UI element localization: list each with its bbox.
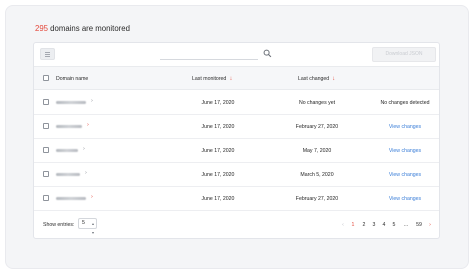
domain-name-redacted[interactable] bbox=[56, 125, 82, 128]
table-row[interactable]: › June 17, 2020 May 7, 2020 View changes bbox=[34, 139, 439, 163]
column-header-last-changed[interactable]: Last changed ↓ bbox=[298, 76, 335, 82]
last-changed-cell: February 27, 2020 bbox=[295, 196, 339, 202]
last-monitored-cell: June 17, 2020 bbox=[201, 196, 235, 202]
table-row[interactable]: › June 17, 2020 No changes yet No changes d… bbox=[34, 91, 439, 115]
filter-button[interactable] bbox=[40, 48, 55, 60]
table-footer: Show entries: 5 ▴ ▾ ‹ 1 2 3 4 5... 59 › bbox=[34, 210, 439, 240]
select-caret-icon: ▴ ▾ bbox=[91, 221, 94, 235]
view-changes-link[interactable]: View changes bbox=[389, 172, 421, 178]
last-monitored-cell: June 17, 2020 bbox=[201, 148, 235, 154]
page-link-2[interactable]: 2 bbox=[363, 222, 366, 228]
monitored-count: 295 bbox=[35, 24, 49, 33]
table-toolbar: Download JSON bbox=[34, 43, 439, 66]
show-entries-label: Show entries: bbox=[43, 222, 75, 228]
chevron-right-icon[interactable]: › bbox=[85, 170, 87, 176]
download-button[interactable]: Download JSON bbox=[372, 47, 436, 62]
chevron-right-icon[interactable]: › bbox=[83, 146, 85, 152]
last-changed-cell: No changes yet bbox=[298, 100, 336, 106]
pagination-ellipsis: ... bbox=[403, 222, 409, 228]
table-row[interactable]: › June 17, 2020 February 27, 2020 View chan… bbox=[34, 115, 439, 139]
search-icon[interactable] bbox=[263, 49, 272, 58]
table-row[interactable]: › June 17, 2020 February 27, 2020 View chan… bbox=[34, 187, 439, 211]
row-checkbox[interactable] bbox=[43, 147, 49, 153]
column-header-last-monitored[interactable]: Last monitored ↓ bbox=[192, 76, 232, 82]
last-monitored-cell: June 17, 2020 bbox=[201, 100, 235, 106]
row-checkbox[interactable] bbox=[43, 171, 49, 177]
view-changes-link[interactable]: View changes bbox=[389, 124, 421, 130]
domains-table-card: Download JSON Domain name Last monitored… bbox=[33, 42, 440, 239]
last-monitored-cell: June 17, 2020 bbox=[201, 172, 235, 178]
table-row[interactable]: › June 17, 2020 March 5, 2020 View changes bbox=[34, 163, 439, 187]
domain-name-redacted[interactable] bbox=[56, 101, 86, 104]
page-link-1[interactable]: 1 bbox=[352, 222, 355, 228]
row-checkbox[interactable] bbox=[43, 123, 49, 129]
next-page-icon[interactable]: › bbox=[429, 222, 431, 228]
last-monitored-cell: June 17, 2020 bbox=[201, 124, 235, 130]
view-changes-link[interactable]: View changes bbox=[389, 148, 421, 154]
row-checkbox[interactable] bbox=[43, 99, 49, 105]
row-checkbox[interactable] bbox=[43, 195, 49, 201]
last-changed-cell: May 7, 2020 bbox=[302, 148, 332, 154]
select-all-checkbox[interactable] bbox=[43, 75, 49, 81]
page-title: 295 domains are monitored bbox=[35, 24, 130, 33]
domain-name-redacted[interactable] bbox=[56, 173, 80, 176]
page-link-3[interactable]: 3 bbox=[373, 222, 376, 228]
page-link-4[interactable]: 4 bbox=[383, 222, 386, 228]
sort-arrow-down-icon[interactable]: ↓ bbox=[332, 76, 335, 82]
chevron-right-icon[interactable]: › bbox=[91, 98, 93, 104]
sort-arrow-down-icon[interactable]: ↓ bbox=[229, 76, 232, 82]
domain-name-redacted[interactable] bbox=[56, 197, 86, 200]
action-cell: No changes detected bbox=[380, 100, 430, 106]
entries-select[interactable]: 5 ▴ ▾ bbox=[78, 218, 97, 235]
column-header-domain: Domain name bbox=[56, 76, 89, 82]
search-input[interactable] bbox=[160, 48, 258, 60]
page-link-5[interactable]: 5 bbox=[393, 222, 396, 228]
chevron-right-icon[interactable]: › bbox=[91, 194, 93, 200]
view-changes-link[interactable]: View changes bbox=[389, 196, 421, 202]
domain-name-redacted[interactable] bbox=[56, 149, 78, 152]
last-changed-cell: February 27, 2020 bbox=[295, 124, 339, 130]
table-header: Domain name Last monitored ↓ Last changed… bbox=[34, 66, 439, 90]
entries-select-value: 5 bbox=[82, 220, 85, 226]
page-link-59[interactable]: 59 bbox=[416, 222, 422, 228]
prev-page-icon[interactable]: ‹ bbox=[342, 222, 344, 228]
last-changed-cell: March 5, 2020 bbox=[300, 172, 334, 178]
chevron-right-icon[interactable]: › bbox=[87, 122, 89, 128]
page-title-text: domains are monitored bbox=[48, 24, 130, 33]
